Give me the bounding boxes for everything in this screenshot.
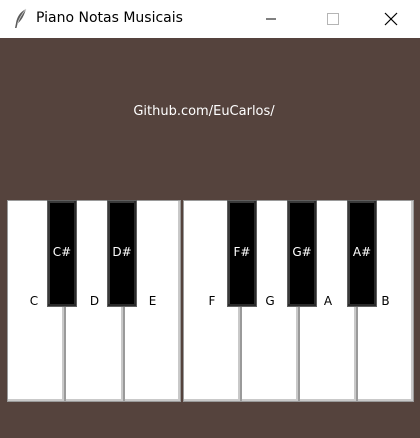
minimize-icon xyxy=(266,18,276,20)
piano-area: Github.com/EuCarlos/ C D E F G A B C# D#… xyxy=(0,38,420,438)
maximize-icon xyxy=(327,13,339,25)
window-title: Piano Notas Musicais xyxy=(36,10,183,26)
key-label: C# xyxy=(52,245,72,259)
black-key-c-sharp[interactable]: C# xyxy=(47,200,77,307)
black-key-f-sharp[interactable]: F# xyxy=(227,200,257,307)
key-label: G# xyxy=(292,245,312,259)
github-link-label: Github.com/EuCarlos/ xyxy=(133,104,275,119)
black-key-d-sharp[interactable]: D# xyxy=(107,200,137,307)
black-key-g-sharp[interactable]: G# xyxy=(287,200,317,307)
feather-icon xyxy=(15,8,27,28)
close-icon xyxy=(384,12,398,26)
piano-keyboard: C D E F G A B C# D# F# G# A# xyxy=(0,200,420,406)
minimize-button[interactable] xyxy=(248,0,294,38)
maximize-button[interactable] xyxy=(310,0,356,38)
black-key-a-sharp[interactable]: A# xyxy=(347,200,377,307)
key-label: A# xyxy=(352,245,372,259)
close-button[interactable] xyxy=(368,0,414,38)
key-label: D# xyxy=(112,245,132,259)
title-bar[interactable]: Piano Notas Musicais xyxy=(0,0,420,38)
app-window: Piano Notas Musicais Github.com/EuCarlos… xyxy=(0,0,420,438)
key-label: F# xyxy=(233,245,251,259)
